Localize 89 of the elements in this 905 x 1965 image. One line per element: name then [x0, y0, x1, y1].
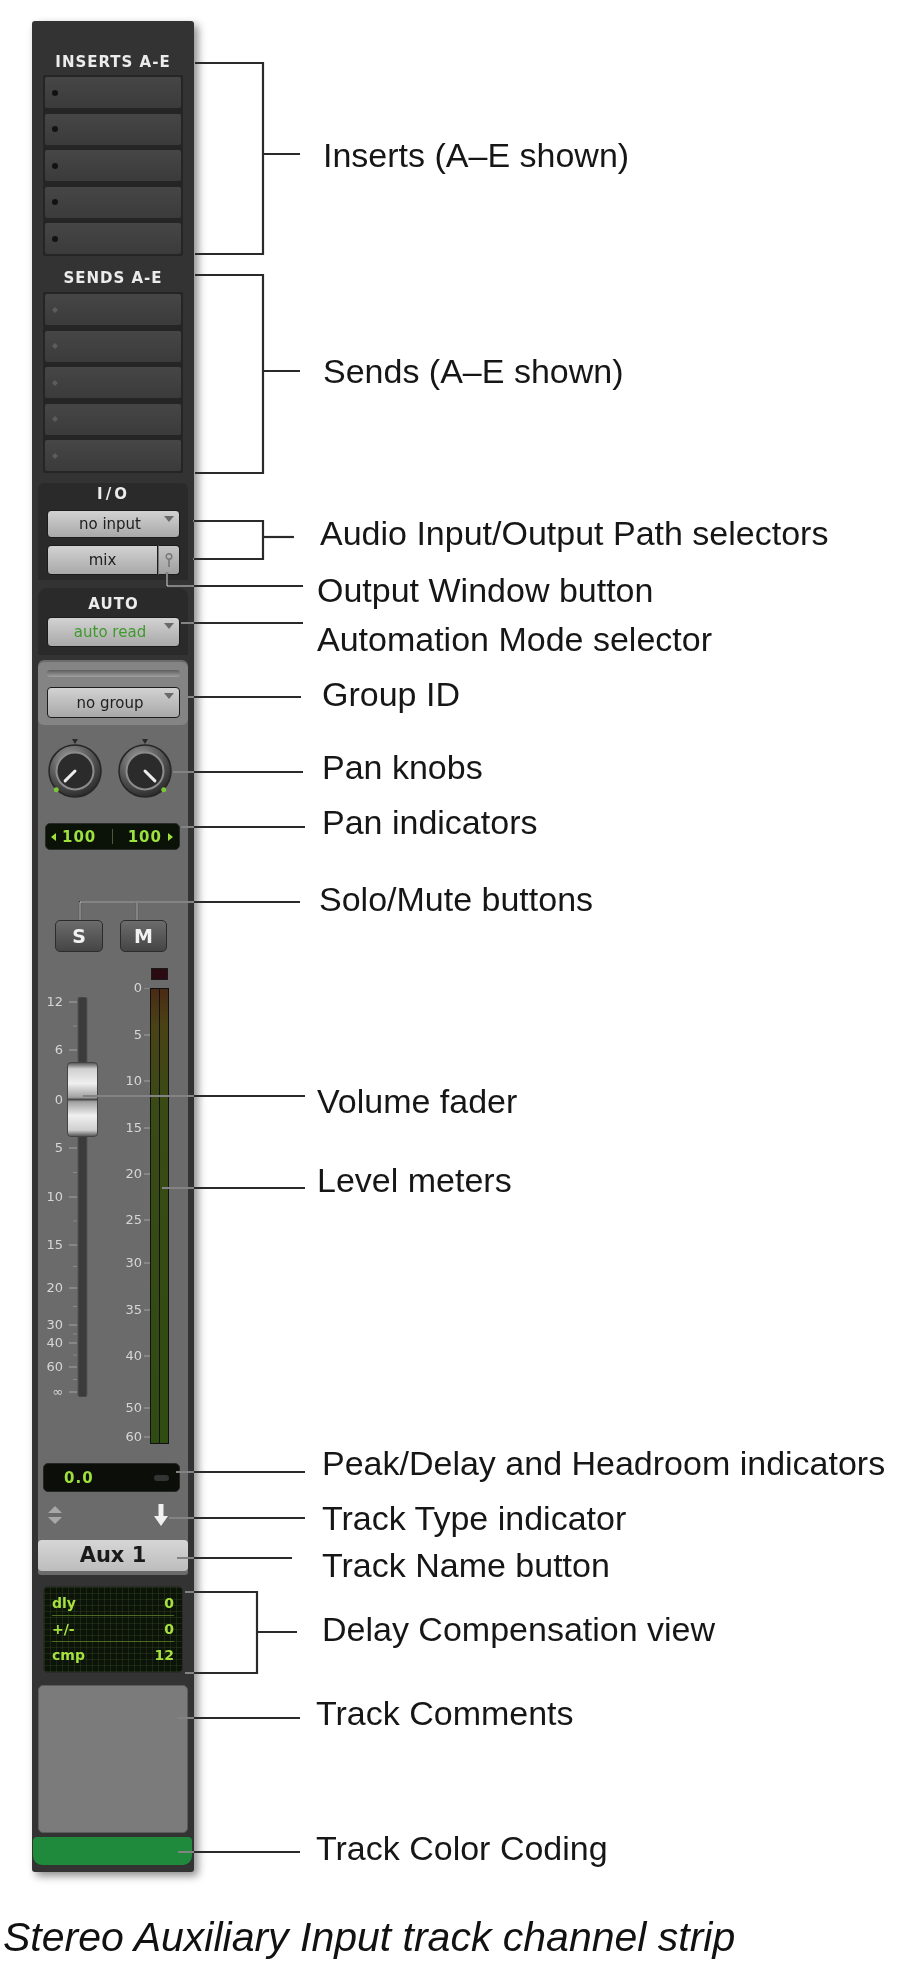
- callout-label: Group ID: [322, 674, 460, 714]
- fader-scale-label: 15: [46, 1237, 63, 1253]
- fader-scale-label: 6: [54, 1042, 63, 1058]
- meter-scale-label: 30: [125, 1255, 142, 1271]
- callout-label: Track Comments: [316, 1693, 574, 1733]
- automation-label: AUTO: [88, 595, 139, 612]
- callout-label: Pan knobs: [322, 747, 483, 787]
- pan-knob[interactable]: [47, 738, 103, 800]
- slot-dot-icon: [52, 199, 58, 205]
- fader-scale-label: 12: [46, 994, 63, 1010]
- inserts-header: INSERTS A-E: [55, 53, 171, 71]
- track-name-button[interactable]: Aux 1: [38, 1540, 188, 1571]
- peak-value: 0.0: [64, 1468, 94, 1487]
- delay-label: cmp: [52, 1646, 85, 1663]
- callout-label: Delay Compensation view: [322, 1609, 716, 1649]
- meter-scale-label: 5: [133, 1027, 142, 1043]
- fader-scale-label: 10: [46, 1189, 63, 1205]
- fader-scale-label: 30: [46, 1317, 63, 1333]
- caret-icon: [164, 516, 174, 522]
- callout-label: Volume fader: [317, 1081, 518, 1121]
- figure-caption: Stereo Auxiliary Input track channel strip: [3, 1914, 736, 1961]
- meter-scale-label: 40: [125, 1348, 142, 1364]
- slot-dot-icon: [52, 126, 58, 132]
- left-triangle-icon: [51, 832, 56, 841]
- callout-label: Audio Input/Output Path selectors: [320, 513, 829, 553]
- meter-scale-label: 60: [125, 1429, 142, 1445]
- callout-label: Track Name button: [322, 1545, 610, 1585]
- callout-label: Output Window button: [317, 570, 654, 610]
- slot-dot-icon: [52, 89, 58, 96]
- callout-label: Track Type indicator: [322, 1498, 627, 1538]
- meter-scale-label: 25: [125, 1212, 142, 1228]
- fader-track[interactable]: [66, 997, 99, 1397]
- callout-label: Level meters: [317, 1160, 512, 1200]
- output-selector[interactable]: mix: [47, 545, 158, 575]
- slot-dot-icon: [52, 235, 58, 242]
- delay-label: dly: [52, 1594, 76, 1611]
- fader-scale-label: 20: [46, 1280, 63, 1296]
- callout-label: Sends (A–E shown): [323, 351, 624, 391]
- send-slot[interactable]: [45, 367, 181, 398]
- slot-dot-icon: [52, 162, 58, 169]
- callout-label: Automation Mode selector: [317, 619, 712, 659]
- pan-value: 100: [62, 827, 97, 846]
- delay-label: +/-: [52, 1620, 75, 1637]
- meter-scale-label: 15: [125, 1120, 142, 1136]
- right-triangle-icon: [168, 832, 173, 841]
- io-label: I/O: [97, 485, 130, 503]
- send-slot[interactable]: [45, 440, 181, 471]
- fader-scale-label: 0: [54, 1092, 63, 1108]
- send-slot[interactable]: [45, 403, 181, 435]
- caret-icon: [164, 623, 174, 629]
- caret-icon: [164, 693, 174, 699]
- pin-icon: [165, 553, 173, 567]
- meter-scale-label: 50: [125, 1400, 142, 1416]
- insert-slot[interactable]: [45, 223, 181, 254]
- up-down-arrows-icon: [48, 1506, 62, 1524]
- output-window-button[interactable]: [158, 545, 180, 575]
- callout-label: Inserts (A–E shown): [323, 135, 630, 175]
- send-slot[interactable]: [45, 330, 181, 362]
- insert-slot[interactable]: [45, 150, 181, 181]
- headroom-indicator: [154, 1474, 169, 1481]
- meter-scale-label: 20: [125, 1166, 142, 1182]
- delay-value: 0: [164, 1620, 174, 1637]
- input-selector[interactable]: no input: [47, 510, 180, 538]
- comments-field[interactable]: [38, 1685, 188, 1833]
- fader-scale-label: 40: [46, 1335, 63, 1351]
- down-arrow-icon: [154, 1504, 168, 1526]
- mute-button[interactable]: M: [120, 920, 167, 952]
- fader-scale-label: 60: [46, 1359, 63, 1375]
- delay-value: 0: [164, 1594, 174, 1611]
- fader-scale-label: ∞: [52, 1384, 63, 1400]
- pan-value: 100: [127, 827, 162, 846]
- callout-label: Solo/Mute buttons: [319, 879, 594, 919]
- group-selector[interactable]: no group: [47, 687, 180, 718]
- callout-label: Peak/Delay and Headroom indicators: [322, 1443, 886, 1483]
- delay-value: 12: [154, 1646, 174, 1663]
- fader-thumb[interactable]: [67, 1062, 98, 1137]
- send-slot[interactable]: [45, 294, 181, 325]
- fader-scale-label: 5: [54, 1140, 63, 1156]
- insert-slot[interactable]: [45, 113, 181, 145]
- meter-scale-label: 0: [133, 980, 142, 996]
- callout-label: Pan indicators: [322, 802, 538, 842]
- sends-header: SENDS A-E: [63, 269, 163, 287]
- pan-knob[interactable]: [117, 738, 173, 800]
- insert-slot[interactable]: [45, 186, 181, 218]
- insert-slot[interactable]: [45, 77, 181, 108]
- solo-button[interactable]: S: [55, 920, 103, 952]
- callout-label: Track Color Coding: [316, 1828, 608, 1868]
- meter-scale-label: 10: [125, 1073, 142, 1089]
- meter-scale-label: 35: [125, 1302, 142, 1318]
